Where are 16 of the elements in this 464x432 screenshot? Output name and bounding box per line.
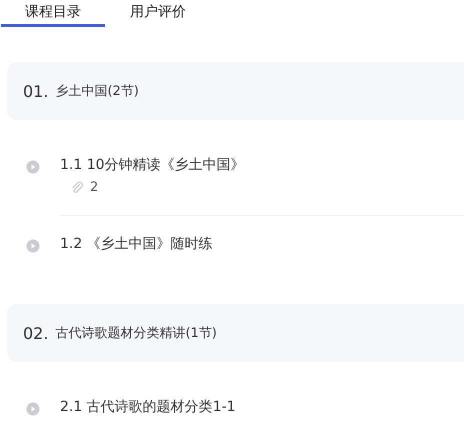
lesson-title[interactable]: 1.1 10分钟精读《乡土中国》 — [60, 154, 464, 176]
paperclip-icon — [70, 180, 84, 194]
chapter-header[interactable]: 02. 古代诗歌题材分类精讲(1节) — [7, 304, 464, 362]
chapter-title: 乡土中国(2节) — [55, 83, 139, 100]
chapter-header[interactable]: 01. 乡土中国(2节) — [7, 62, 464, 120]
play-icon[interactable] — [26, 239, 40, 253]
tab[interactable]: 用户评价 — [106, 0, 210, 27]
chapter-title: 古代诗歌题材分类精讲(1节) — [55, 325, 217, 342]
tab[interactable]: 课程目录 — [1, 0, 105, 27]
lesson-title[interactable]: 1.2 《乡土中国》随时练 — [60, 233, 464, 255]
lesson-title[interactable]: 2.1 古代诗歌的题材分类1-1 — [60, 396, 464, 418]
play-icon[interactable] — [26, 402, 40, 416]
chapter-number: 02. — [23, 324, 48, 342]
chapter-number: 01. — [23, 82, 48, 100]
attachment-count: 2 — [90, 180, 98, 195]
play-icon[interactable] — [26, 160, 40, 174]
